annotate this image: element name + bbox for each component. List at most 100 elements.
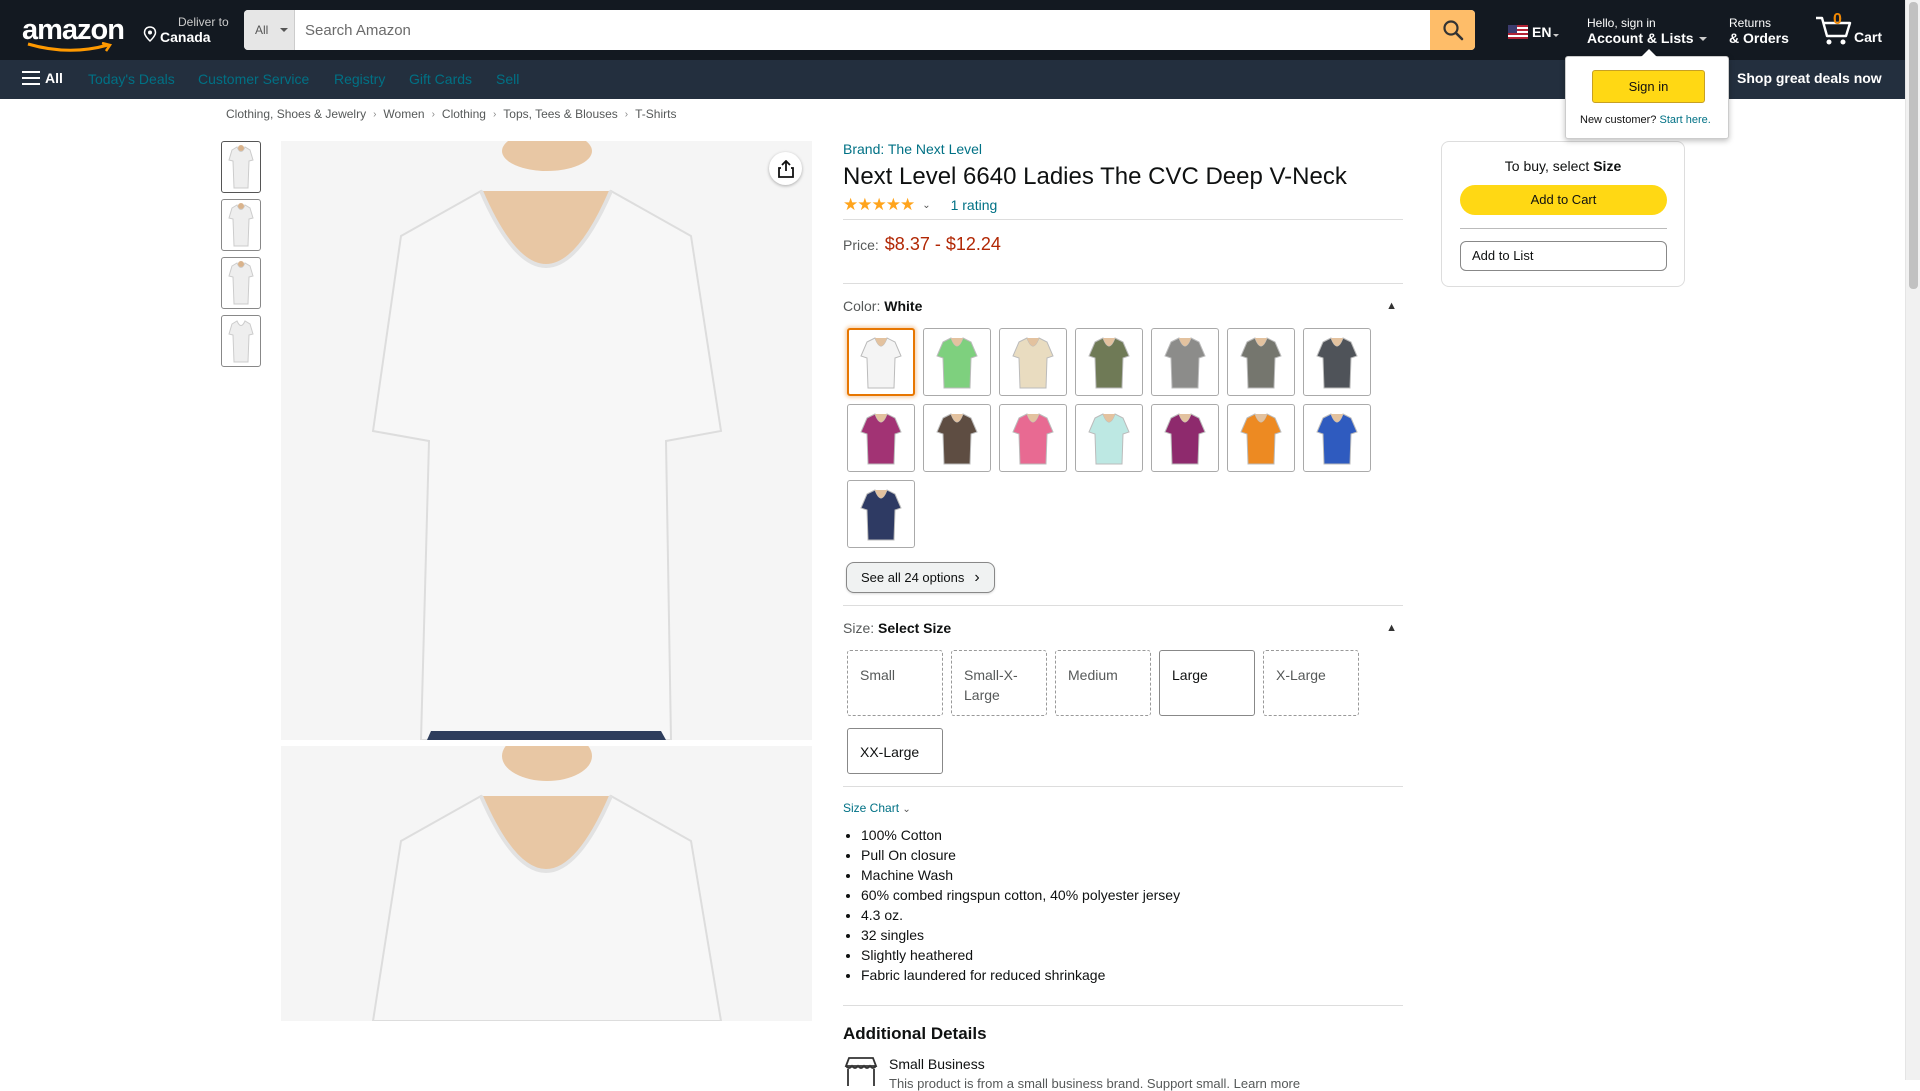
see-all-options-button[interactable]: See all 24 options › [846,562,995,593]
divider [843,605,1403,606]
color-swatch[interactable] [1227,328,1295,396]
price-value: $8.37 - $12.24 [884,234,1001,254]
size-option-small[interactable]: Small [847,650,943,716]
add-to-list-button[interactable]: Add to List [1460,241,1667,271]
breadcrumb-link[interactable]: Clothing, Shoes & Jewelry [226,107,366,121]
tshirt-swatch-image [1240,337,1282,389]
breadcrumb-link[interactable]: T-Shirts [635,107,676,121]
color-swatch[interactable] [1151,404,1219,472]
thumbnail[interactable] [221,199,261,251]
color-swatch[interactable] [847,404,915,472]
rating-row: ★★★★★ ⌄ 1 rating [843,195,1403,215]
color-swatch[interactable] [923,404,991,472]
search-input[interactable] [303,10,1403,50]
small-business-sub: This product is from a small business br… [889,1076,1301,1091]
promo-link[interactable]: Shop great deals now [1737,70,1882,86]
tshirt-swatch-image [1316,337,1358,389]
feature-bullets: 100% Cotton Pull On closure Machine Wash… [843,825,1403,985]
add-to-cart-button[interactable]: Add to Cart [1460,185,1667,215]
brand-link[interactable]: Brand: The Next Level [843,141,982,157]
bullet-item: 100% Cotton [861,825,1403,845]
tshirt-thumb-image [228,261,254,305]
size-option-small-x-large[interactable]: Small-X-Large [951,650,1047,716]
thumbnail[interactable] [221,315,261,367]
chevron-up-icon[interactable]: ▲ [1386,622,1397,634]
tshirt-swatch-image [1012,337,1054,389]
additional-details-heading: Additional Details [843,1024,987,1043]
color-swatches [847,328,1403,548]
color-swatch[interactable] [1303,404,1371,472]
nav-gift-cards[interactable]: Gift Cards [409,71,472,87]
color-header[interactable]: Color: White ▲ [843,298,1403,314]
tshirt-swatch-image [1164,413,1206,465]
main-product-image[interactable] [281,141,812,740]
tshirt-swatch-image [936,337,978,389]
nav-registry[interactable]: Registry [334,71,385,87]
breadcrumb-link[interactable]: Women [383,107,424,121]
thumbnail-strip [221,141,261,373]
bullet-item: 60% combed ringspun cotton, 40% polyeste… [861,885,1403,905]
scrollbar[interactable] [1905,0,1920,1080]
color-swatch[interactable] [1075,404,1143,472]
amazon-logo[interactable]: amazon [20,12,125,52]
chevron-right-icon: › [373,108,377,120]
size-header[interactable]: Size: Select Size ▲ [843,620,1403,636]
share-icon [777,159,794,178]
account-label: Account & Lists [1587,30,1707,46]
color-swatch[interactable] [847,328,915,396]
chevron-right-icon: › [974,568,980,586]
size-option-x-large[interactable]: X-Large [1263,650,1359,716]
cart-button[interactable]: 0 Cart [1814,10,1886,50]
chevron-up-icon[interactable]: ▲ [1386,300,1397,312]
color-swatch[interactable] [923,328,991,396]
star-rating[interactable]: ★★★★★ [843,195,915,215]
color-swatch[interactable] [1227,404,1295,472]
chevron-right-icon: › [492,108,497,120]
account-greeting: Hello, sign in [1587,16,1656,30]
scrollbar-thumb[interactable] [1909,2,1918,289]
search-category-dropdown[interactable]: All [244,10,295,50]
start-here-link[interactable]: Start here. [1659,114,1710,126]
chevron-down-icon[interactable]: ⌄ [922,200,930,211]
account-lists[interactable]: Hello, sign in Account & Lists [1587,16,1707,46]
rating-count-link[interactable]: 1 rating [951,197,998,213]
returns-orders[interactable]: Returns & Orders [1729,16,1789,46]
chevron-right-icon: › [431,108,435,120]
breadcrumb-link[interactable]: Tops, Tees & Blouses [503,107,618,121]
color-swatch[interactable] [1303,328,1371,396]
color-swatch[interactable] [1151,328,1219,396]
thumbnail[interactable] [221,257,261,309]
bullet-item: Pull On closure [861,845,1403,865]
color-swatch[interactable] [999,404,1067,472]
color-swatch[interactable] [847,480,915,548]
size-option-medium[interactable]: Medium [1055,650,1151,716]
smile-icon [27,42,113,52]
color-swatch[interactable] [999,328,1067,396]
nav-customer-service[interactable]: Customer Service [198,71,309,87]
size-option-xx-large[interactable]: XX-Large [847,728,943,774]
language-selector[interactable]: EN [1508,24,1560,40]
deliver-to[interactable]: Deliver to Canada [143,15,229,45]
tshirt-thumb-image [228,320,254,363]
bullet-item: 32 singles [861,925,1403,945]
size-option-large[interactable]: Large [1159,650,1255,716]
color-swatch[interactable] [1075,328,1143,396]
tshirt-swatch-image [860,413,902,465]
search-category-label: All [255,23,269,37]
share-button[interactable] [769,152,802,185]
search-button[interactable] [1430,10,1475,50]
nav-todays-deals[interactable]: Today's Deals [88,71,175,87]
secondary-product-image[interactable] [281,746,812,1021]
orders-label: & Orders [1729,30,1789,46]
nav-sell[interactable]: Sell [496,71,519,87]
small-business-badge: Small Business This product is from a sm… [843,1056,1403,1091]
thumbnail[interactable] [221,141,261,193]
size-chart-link[interactable]: Size Chart ⌄ [843,801,1403,815]
search-icon [1442,20,1463,41]
bullet-item: Machine Wash [861,865,1403,885]
tshirt-thumb-image [228,145,254,189]
signin-button[interactable]: Sign in [1592,70,1705,103]
breadcrumb-link[interactable]: Clothing [442,107,486,121]
all-menu-button[interactable]: All [22,70,63,86]
tshirt-thumb-image [228,203,254,247]
